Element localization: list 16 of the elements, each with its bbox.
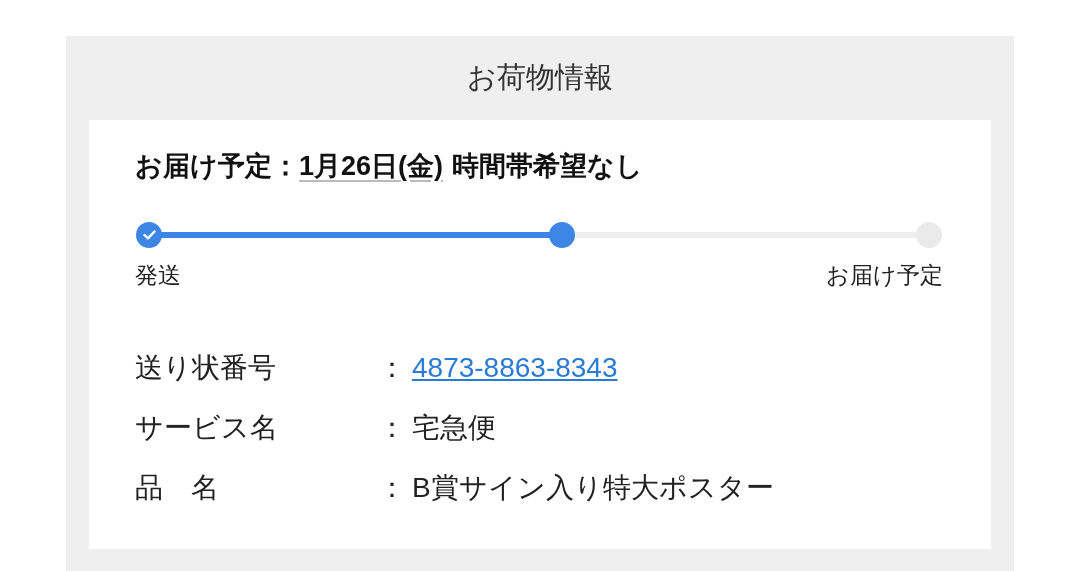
separator-colon: ： (378, 471, 404, 505)
check-icon (142, 230, 156, 240)
panel-title: お荷物情報 (467, 60, 613, 95)
detail-label: サービス名 (135, 411, 279, 445)
detail-label: 送り状番号 (135, 351, 277, 385)
separator-colon: ： (378, 351, 404, 385)
separator-colon: ： (378, 411, 404, 445)
detail-value: B賞サイン入り特大ポスター (412, 472, 774, 503)
delivery-label: お届け予定： (135, 150, 299, 183)
step-label: お届け予定 (826, 261, 943, 290)
delivery-time-note: 時間帯希望なし (452, 150, 644, 183)
detail-label: 品 名 (135, 471, 220, 505)
step-label: 発送 (135, 261, 181, 290)
delivery-date: 1月26日(金) (299, 150, 444, 183)
detail-value: 宅急便 (412, 412, 496, 443)
tracking-number-link[interactable]: 4873-8863-8343 (412, 352, 618, 383)
